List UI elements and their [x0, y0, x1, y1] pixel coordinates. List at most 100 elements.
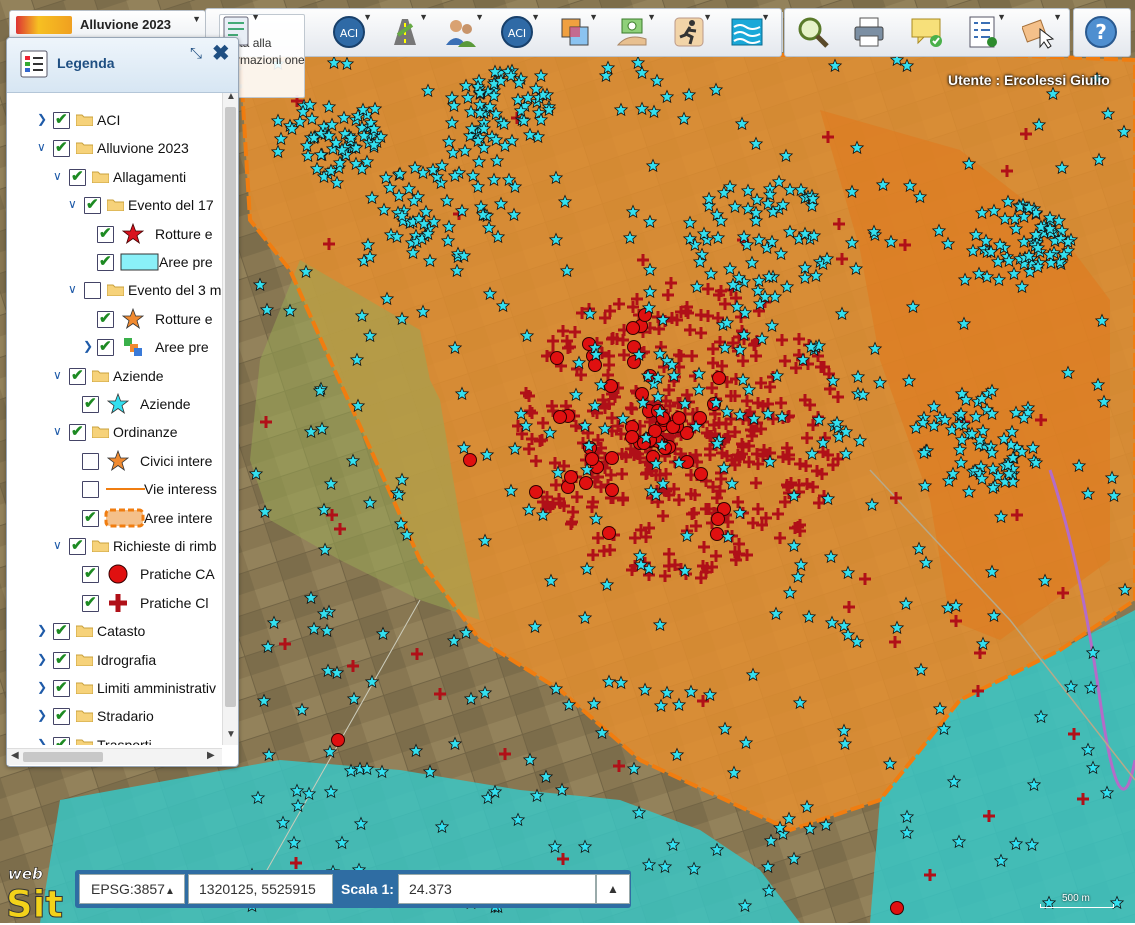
claim-circle-marker[interactable] — [550, 351, 564, 365]
claim-circle-marker[interactable] — [712, 371, 726, 385]
aci-layer-button[interactable]: ACI ▼ — [322, 10, 376, 54]
legend-header: Legenda ⤡ ✖ — [7, 38, 238, 93]
layer-checkbox[interactable]: ✔ — [53, 736, 70, 745]
layer-checkbox[interactable]: ✔ — [69, 537, 86, 555]
scrollbar-thumb[interactable] — [225, 107, 236, 707]
legend-item-label: Richieste di rimb — [113, 538, 217, 554]
layer-checkbox[interactable]: ✔ — [53, 679, 70, 697]
claim-circle-marker[interactable] — [672, 411, 686, 425]
folder-icon — [106, 283, 125, 297]
layer-checkbox[interactable]: ✔ — [69, 423, 86, 442]
layer-checkbox[interactable]: ✔ — [53, 707, 70, 726]
claim-circle-marker[interactable] — [529, 485, 543, 499]
layer-checkbox[interactable]: ✔ — [97, 310, 114, 328]
claim-circle-marker[interactable] — [604, 379, 618, 393]
claim-circle-marker[interactable] — [605, 483, 619, 497]
layer-checkbox[interactable]: ✔ — [53, 139, 70, 158]
projection-selector[interactable]: EPSG:3857▲ — [79, 874, 185, 904]
printer-icon — [854, 17, 884, 47]
legend-item-label: Idrografia — [97, 651, 157, 668]
notes-button[interactable] — [900, 10, 954, 54]
chevron-down-icon[interactable]: ∨ — [53, 538, 65, 552]
close-icon[interactable]: ✖ — [212, 41, 230, 66]
scrollbar-thumb[interactable] — [23, 752, 103, 762]
claim-circle-marker[interactable] — [331, 733, 345, 747]
layer-checkbox[interactable]: ✔ — [97, 338, 114, 357]
legend-horizontal-scrollbar[interactable]: ◀ ▶ — [7, 748, 222, 765]
star-orange-icon — [119, 307, 147, 330]
collapse-icon[interactable]: ⤡ — [190, 45, 202, 62]
search-button[interactable] — [786, 10, 840, 54]
legend-item-label: ACI — [97, 112, 121, 128]
claim-circle-marker[interactable] — [564, 470, 578, 484]
star-orange-icon — [104, 449, 132, 472]
projection-value: EPSG:3857 — [91, 881, 165, 897]
circle-red-icon — [104, 563, 132, 585]
star-cyan-icon — [104, 393, 132, 415]
chevron-right-icon[interactable]: ❯ — [37, 652, 49, 666]
scale-input[interactable]: 24.373 — [398, 874, 596, 904]
events-button[interactable]: ▼ — [662, 10, 716, 54]
layer-checkbox[interactable]: ✔ — [97, 225, 114, 243]
scroll-left-icon[interactable]: ◀ — [11, 750, 19, 761]
list-button[interactable]: ▼ — [956, 10, 1010, 54]
project-selector[interactable]: Alluvione 2023 ▼ — [9, 10, 206, 40]
chevron-down-icon: ▼ — [192, 14, 201, 24]
select-button[interactable]: ▼ — [1012, 10, 1066, 54]
scroll-up-icon[interactable]: ▲ — [226, 91, 236, 102]
chevron-down-icon[interactable]: ∨ — [37, 140, 49, 154]
chevron-down-icon[interactable]: ∨ — [53, 368, 65, 382]
aci-tool-button[interactable]: ACI ▼ — [490, 10, 544, 54]
layer-checkbox[interactable]: ✔ — [53, 622, 70, 641]
claim-circle-marker[interactable] — [605, 451, 619, 465]
chevron-right-icon[interactable]: ❯ — [37, 737, 49, 745]
help-button[interactable]: ? — [1074, 10, 1128, 54]
chevron-down-icon[interactable]: ∨ — [53, 424, 65, 438]
claim-circle-marker[interactable] — [890, 901, 904, 915]
layer-checkbox[interactable]: ✔ — [53, 111, 70, 129]
scroll-right-icon[interactable]: ▶ — [207, 750, 215, 761]
layer-checkbox[interactable]: ✔ — [69, 168, 86, 186]
claim-circle-marker[interactable] — [626, 321, 640, 335]
chevron-right-icon[interactable]: ❯ — [37, 112, 49, 126]
roads-button[interactable]: ▼ — [378, 10, 432, 54]
chevron-down-icon[interactable]: ∨ — [68, 282, 80, 296]
folder-icon — [75, 738, 94, 745]
users-button[interactable]: ▼ — [434, 10, 488, 54]
layer-checkbox[interactable]: ✔ — [82, 594, 99, 612]
chevron-right-icon[interactable]: ❯ — [37, 708, 49, 722]
claim-circle-marker[interactable] — [602, 526, 616, 540]
claim-circle-marker[interactable] — [710, 527, 724, 541]
claim-circle-marker[interactable] — [711, 512, 725, 526]
claim-circle-marker[interactable] — [579, 476, 593, 490]
chevron-right-icon[interactable]: ❯ — [37, 680, 49, 694]
claim-circle-marker[interactable] — [463, 453, 477, 467]
layer-checkbox[interactable]: ✔ — [84, 196, 101, 215]
chevron-down-icon[interactable]: ∨ — [53, 169, 65, 183]
print-button[interactable] — [842, 10, 896, 54]
layer-checkbox[interactable]: ✔ — [53, 651, 70, 669]
layer-checkbox[interactable]: ✔ — [82, 395, 99, 413]
legend-vertical-scrollbar[interactable]: ▲ ▼ — [222, 91, 238, 745]
legend-item-label: Stradario — [97, 708, 154, 725]
layer-checkbox[interactable] — [82, 481, 99, 499]
layer-checkbox[interactable]: ✔ — [69, 367, 86, 385]
legend-item-label: Aree pre — [159, 254, 213, 270]
claim-circle-marker[interactable] — [694, 467, 708, 481]
payments-button[interactable]: ▼ — [606, 10, 660, 54]
project-thumbnail — [16, 16, 72, 34]
chevron-right-icon[interactable]: ❯ — [37, 623, 49, 637]
hydrography-button[interactable]: ▼ — [720, 10, 774, 54]
layer-checkbox[interactable]: ✔ — [82, 565, 99, 584]
layer-checkbox[interactable] — [82, 452, 99, 470]
scale-dropdown-button[interactable]: ▲ — [596, 874, 630, 904]
layer-checkbox[interactable]: ✔ — [97, 253, 114, 271]
layer-checkbox[interactable] — [84, 282, 101, 300]
chevron-down-icon[interactable]: ∨ — [68, 197, 80, 211]
layers-button[interactable]: ▼ — [548, 10, 602, 54]
claim-circle-marker[interactable] — [625, 430, 639, 444]
chevron-right-icon[interactable]: ❯ — [83, 339, 95, 353]
claim-circle-marker[interactable] — [553, 410, 567, 424]
layer-checkbox[interactable]: ✔ — [82, 509, 99, 527]
scroll-down-icon[interactable]: ▼ — [226, 729, 236, 740]
